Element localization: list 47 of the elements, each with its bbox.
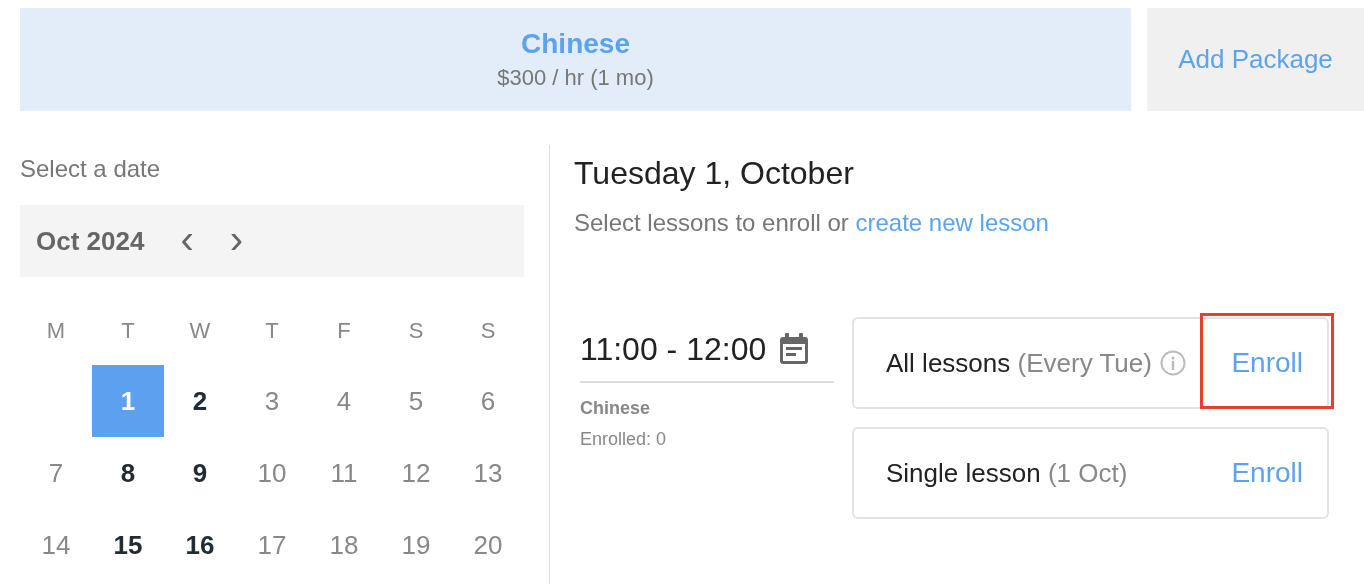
calendar-day[interactable]: 16 — [164, 509, 236, 581]
calendar-day[interactable]: 9 — [164, 437, 236, 509]
previous-month-button[interactable]: ‹ — [180, 219, 194, 263]
next-month-button[interactable]: › — [229, 219, 244, 263]
calendar-day[interactable]: 19 — [380, 509, 452, 581]
package-banner[interactable]: Chinese $300 / hr (1 mo) — [20, 8, 1131, 111]
create-lesson-link[interactable]: create new lesson — [855, 209, 1049, 236]
calendar-day[interactable]: 1 — [92, 365, 164, 437]
weekday-label: W — [189, 316, 211, 345]
calendar-day[interactable]: 12 — [380, 437, 452, 509]
calendar-day[interactable]: 4 — [308, 365, 380, 437]
calendar-day[interactable]: 15 — [92, 509, 164, 581]
lesson-time: 11:00 - 12:00 — [580, 330, 767, 369]
select-date-label: Select a date — [20, 157, 162, 184]
calendar-day[interactable]: 2 — [164, 365, 236, 437]
enrolled-count: Enrolled: 0 — [580, 428, 668, 451]
enroll-option-label: All lessons (Every Tue) — [886, 346, 1152, 380]
calendar-day[interactable]: 8 — [92, 437, 164, 509]
weekday-label: S — [408, 316, 424, 345]
package-price: $300 / hr (1 mo) — [497, 63, 654, 92]
info-icon[interactable] — [1159, 350, 1186, 376]
calendar-day[interactable]: 13 — [452, 437, 524, 509]
month-label: Oct 2024 — [36, 224, 145, 258]
calendar-day[interactable]: 18 — [308, 509, 380, 581]
enroll-option-label: Single lesson (1 Oct) — [886, 456, 1128, 490]
calendar-day[interactable]: 5 — [380, 365, 452, 437]
weekday-label: M — [46, 316, 66, 345]
weekday-label: F — [337, 316, 351, 345]
package-name: Chinese — [521, 26, 630, 61]
calendar-day[interactable]: 14 — [20, 509, 92, 581]
add-package-button[interactable]: Add Package — [1147, 8, 1364, 111]
calendar-day[interactable]: 20 — [452, 509, 524, 581]
weekday-label: T — [121, 316, 135, 345]
enroll-button[interactable]: Enroll — [1231, 342, 1303, 384]
calendar-day[interactable]: 11 — [308, 437, 380, 509]
calendar-day[interactable]: 7 — [20, 437, 92, 509]
weekday-label: T — [265, 316, 279, 345]
calendar-icon — [778, 332, 811, 366]
calendar-day[interactable]: 3 — [236, 365, 308, 437]
calendar-day[interactable]: 6 — [452, 365, 524, 437]
day-title: Tuesday 1, October — [574, 154, 855, 193]
weekday-label: S — [480, 316, 496, 345]
enroll-button[interactable]: Enroll — [1231, 452, 1303, 494]
calendar-day[interactable]: 17 — [236, 509, 308, 581]
enroll-hint: Select lessons to enroll or — [574, 209, 849, 236]
calendar-day[interactable]: 10 — [236, 437, 308, 509]
lesson-course: Chinese — [580, 397, 652, 420]
